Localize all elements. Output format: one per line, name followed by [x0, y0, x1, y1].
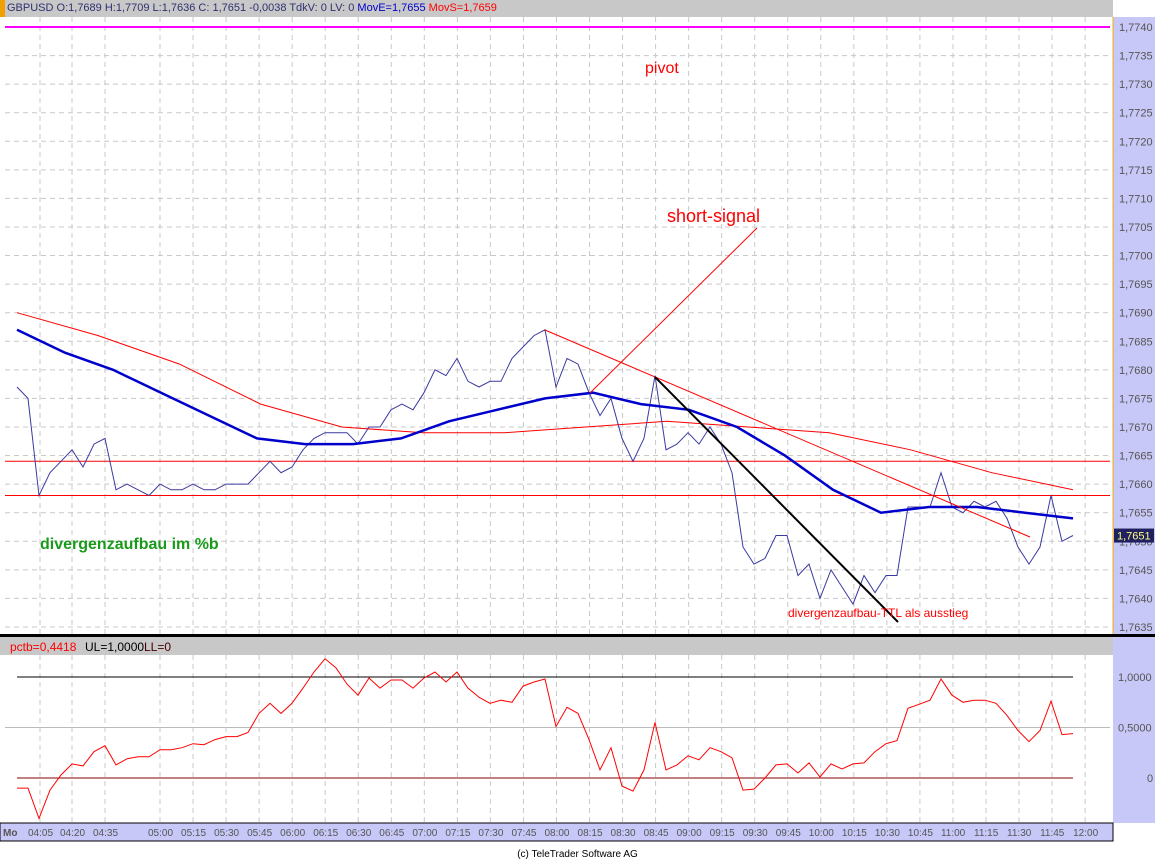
short-signal-pointer: [589, 227, 758, 394]
price-tick-label: 1,7715: [1119, 165, 1153, 177]
price-tick-label: 1,7695: [1119, 279, 1153, 291]
time-tick-label: 10:00: [809, 828, 834, 839]
time-tick-label: 04:35: [93, 828, 118, 839]
time-tick-label: 07:30: [478, 828, 503, 839]
time-tick-label: 11:15: [974, 828, 999, 839]
time-tick-label: 09:15: [710, 828, 735, 839]
pctb-tick-label: 0,5000: [1118, 723, 1152, 735]
time-tick-label: 05:30: [214, 828, 239, 839]
time-tick-label: 08:30: [611, 828, 636, 839]
time-tick-label: 05:45: [247, 828, 272, 839]
price-tick-label: 1,7660: [1119, 479, 1153, 491]
time-tick-label: 10:45: [908, 828, 933, 839]
price-tick-label: 1,7640: [1119, 593, 1153, 605]
price-tick-label: 1,7685: [1119, 336, 1153, 348]
exit-trendline: [654, 376, 899, 623]
price-tick-label: 1,7665: [1119, 451, 1153, 463]
price-line: [16, 329, 1074, 606]
time-tick-label: 10:15: [842, 828, 867, 839]
price-tick-label: 1,7735: [1119, 51, 1153, 63]
pctb-tick-label: 1,0000: [1118, 672, 1152, 684]
time-tick-label: 05:15: [181, 828, 206, 839]
price-tick-label: 1,7705: [1119, 222, 1153, 234]
time-tick-label: 08:45: [644, 828, 669, 839]
time-tick-label: 04:05: [28, 828, 53, 839]
time-tick-label: 11:45: [1040, 828, 1065, 839]
ll-readout: LL=0: [144, 640, 171, 654]
time-tick-label: 05:00: [148, 828, 173, 839]
time-tick-label: 12:00: [1073, 828, 1098, 839]
time-tick-label: 09:45: [776, 828, 801, 839]
chart-canvas[interactable]: pctb=0,4418 UL=1,0000 LL=0 1,7740 1,7735 1…: [0, 0, 1155, 848]
time-tick-label: Mo: [3, 828, 17, 839]
time-tick-label: 06:00: [280, 828, 305, 839]
last-price-label: 1,7651: [1117, 531, 1151, 543]
pctb-tick-label: 0: [1147, 773, 1153, 785]
time-tick-label: 07:45: [511, 828, 536, 839]
time-tick-label: 08:15: [578, 828, 603, 839]
price-tick-label: 1,7740: [1119, 22, 1153, 34]
short-signal-label: short-signal: [667, 206, 760, 226]
time-tick-label: 07:00: [412, 828, 437, 839]
price-tick-label: 1,7670: [1119, 422, 1153, 434]
ul-readout: UL=1,0000: [85, 640, 144, 654]
time-tick-label: 08:00: [544, 828, 569, 839]
pivot-label: pivot: [645, 60, 679, 77]
price-tick-label: 1,7675: [1119, 393, 1153, 405]
pctb-line: [17, 658, 1074, 820]
time-tick-label: 10:30: [875, 828, 900, 839]
time-tick-label: 04:20: [60, 828, 85, 839]
price-tick-label: 1,7720: [1119, 136, 1153, 148]
panel-divider[interactable]: [0, 634, 1155, 637]
price-tick-label: 1,7655: [1119, 508, 1153, 520]
price-tick-label: 1,7690: [1119, 308, 1153, 320]
price-tick-label: 1,7730: [1119, 79, 1153, 91]
exit-label: divergenzaufbau-TTL als ausstieg: [788, 606, 968, 620]
time-tick-label: 09:00: [677, 828, 702, 839]
time-tick-label: 07:15: [445, 828, 470, 839]
price-tick-label: 1,7725: [1119, 108, 1153, 120]
time-tick-label: 09:30: [743, 828, 768, 839]
time-tick-label: 06:15: [313, 828, 338, 839]
pctb-readout: pctb=0,4418: [10, 640, 77, 654]
time-tick-label: 11:00: [941, 828, 966, 839]
copyright: (c) TeleTrader Software AG: [517, 849, 638, 860]
divergence-label: divergenzaufbau im %b: [40, 536, 219, 553]
price-tick-label: 1,7680: [1119, 365, 1153, 377]
time-tick-label: 06:45: [379, 828, 404, 839]
price-tick-label: 1,7635: [1119, 622, 1153, 634]
time-tick-label: 06:30: [346, 828, 371, 839]
movs-line: [16, 312, 1074, 491]
time-tick-label: 11:30: [1007, 828, 1032, 839]
price-tick-label: 1,7645: [1119, 565, 1153, 577]
price-tick-label: 1,7700: [1119, 251, 1153, 263]
price-tick-label: 1,7710: [1119, 193, 1153, 205]
